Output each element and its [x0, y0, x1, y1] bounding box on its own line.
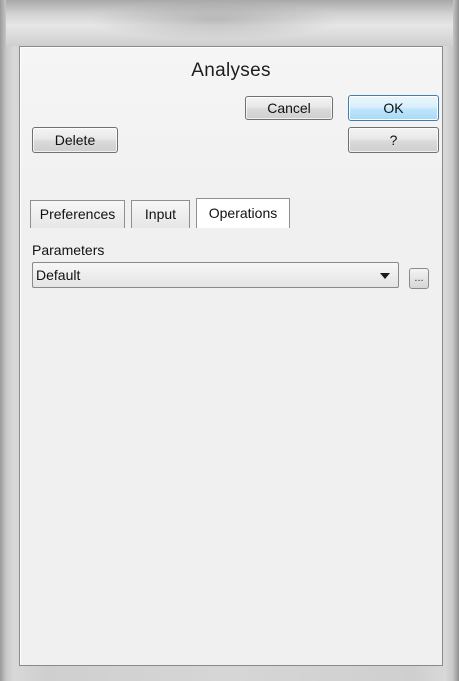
dialog-client-area: Analyses Cancel OK Delete ? Preferences …: [19, 46, 443, 666]
tab-input[interactable]: Input: [131, 200, 190, 228]
parameters-browse-button[interactable]: ...: [409, 268, 429, 289]
parameters-label: Parameters: [32, 242, 105, 258]
help-button[interactable]: ?: [348, 127, 439, 153]
chevron-down-icon: [380, 273, 390, 279]
parameters-dropdown[interactable]: Default: [32, 262, 399, 288]
window-frame: Analyses Cancel OK Delete ? Preferences …: [0, 0, 459, 681]
cancel-button[interactable]: Cancel: [245, 96, 333, 120]
window-border-left: [0, 0, 6, 681]
window-border-right: [453, 0, 459, 681]
parameters-selected-value: Default: [36, 267, 81, 283]
delete-button[interactable]: Delete: [32, 127, 118, 153]
dialog-title: Analyses: [191, 60, 271, 81]
ok-button[interactable]: OK: [348, 95, 439, 121]
tab-operations[interactable]: Operations: [196, 198, 290, 228]
tab-preferences[interactable]: Preferences: [30, 200, 125, 228]
title-bar[interactable]: [0, 0, 459, 46]
